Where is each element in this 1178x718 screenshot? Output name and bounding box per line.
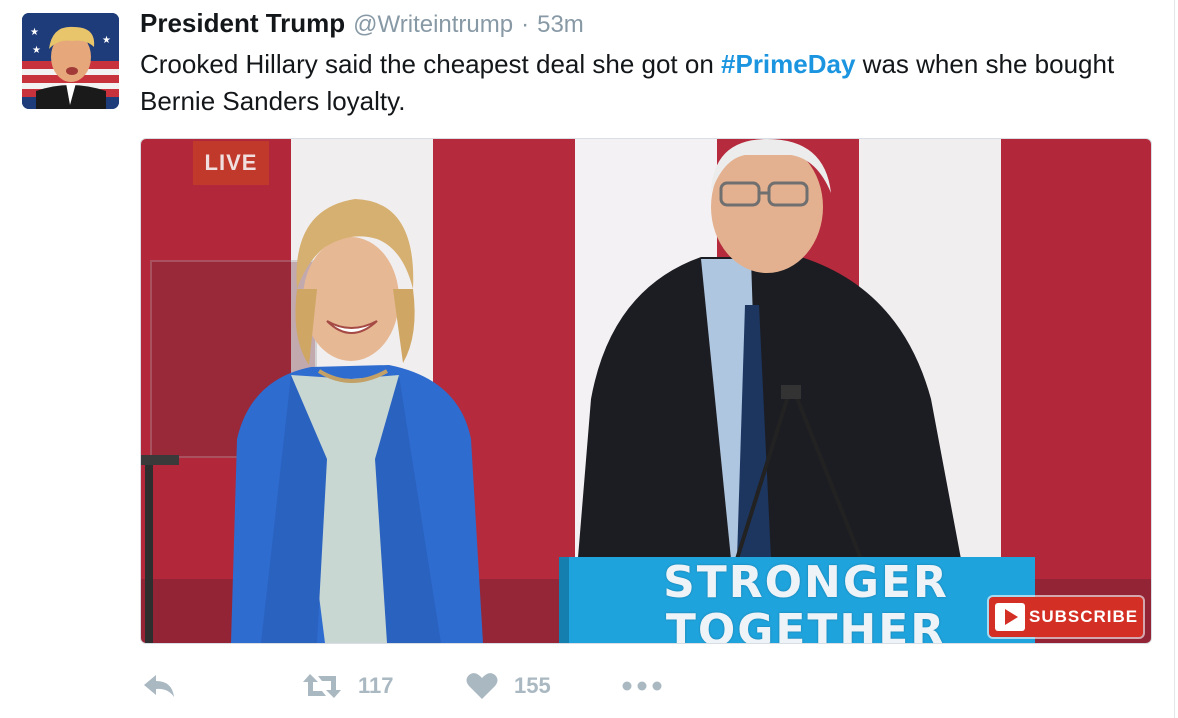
video-media[interactable]: LIVE STRONGER TOGETHER SUBSCRIBE bbox=[140, 138, 1152, 644]
reply-button[interactable] bbox=[142, 664, 176, 708]
retweet-icon bbox=[303, 674, 341, 698]
separator-dot: · bbox=[521, 11, 530, 38]
user-handle[interactable]: @Writeintrump bbox=[353, 11, 513, 39]
subscribe-label: SUBSCRIBE bbox=[1029, 607, 1139, 626]
tweet-text-part-1: Crooked Hillary said the cheapest deal s… bbox=[140, 49, 722, 79]
tweet-actions: 117 155 bbox=[140, 664, 700, 708]
subscribe-button[interactable]: SUBSCRIBE bbox=[989, 597, 1143, 637]
heart-icon bbox=[466, 673, 498, 699]
play-icon bbox=[995, 603, 1025, 631]
display-name[interactable]: President Trump bbox=[140, 8, 345, 39]
retweet-button[interactable]: 117 bbox=[302, 664, 394, 708]
avatar[interactable]: ★ ★ ★ bbox=[22, 13, 119, 109]
like-count: 155 bbox=[514, 673, 551, 698]
like-button[interactable]: 155 bbox=[466, 664, 551, 708]
ellipsis-icon bbox=[622, 681, 662, 691]
more-options-button[interactable] bbox=[622, 664, 662, 708]
tweet-text: Crooked Hillary said the cheapest deal s… bbox=[140, 46, 1140, 120]
svg-text:★: ★ bbox=[32, 45, 41, 56]
reply-arrow-icon bbox=[144, 675, 174, 697]
svg-text:★: ★ bbox=[30, 27, 39, 38]
timestamp[interactable]: 53m bbox=[537, 11, 584, 39]
column-divider bbox=[1174, 0, 1175, 718]
podium-sign-line-1: STRONGER bbox=[663, 557, 949, 608]
avatar-image: ★ ★ ★ bbox=[22, 13, 119, 109]
podium-sign-line-2: TOGETHER bbox=[665, 605, 947, 643]
svg-text:★: ★ bbox=[102, 35, 111, 46]
hashtag-link[interactable]: #PrimeDay bbox=[721, 49, 855, 79]
live-badge: LIVE bbox=[193, 141, 269, 185]
tweet-header: President Trump @Writeintrump · 53m bbox=[140, 8, 584, 42]
retweet-count: 117 bbox=[358, 673, 394, 698]
